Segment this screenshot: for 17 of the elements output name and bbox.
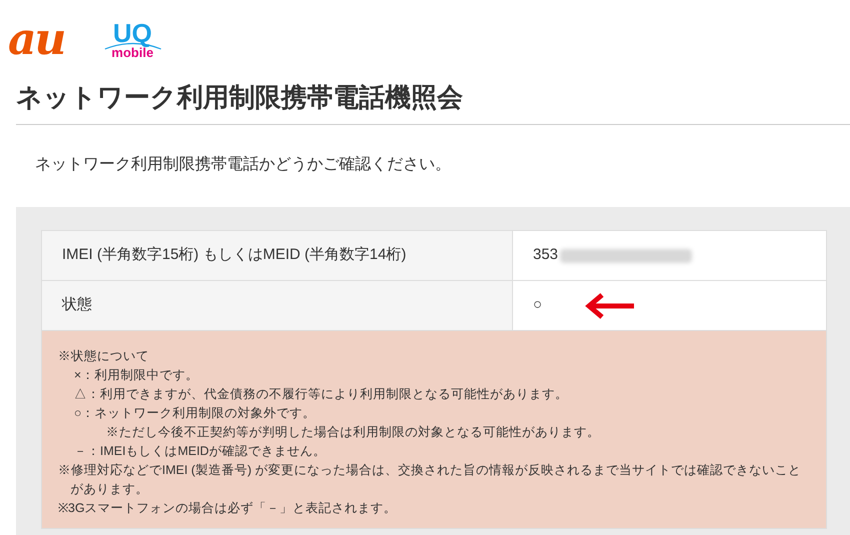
uq-mobile-logo: UQ mobile: [102, 20, 162, 62]
note-text: －：IMEIもしくはMEIDが確認できません。: [74, 443, 327, 460]
arrow-left-icon: [584, 292, 636, 320]
imei-value: 353: [533, 245, 558, 266]
row-label: IMEI (半角数字15桁) もしくはMEID (半角数字14桁): [42, 231, 513, 280]
row-label: 状態: [42, 281, 513, 330]
status-symbol: ○: [533, 295, 542, 316]
note-text: ※修理対応などでIMEI (製造番号) が変更になった場合は、交換された旨の情報が反映されるまで当サイトでは確認できないことがあります。: [58, 462, 802, 498]
note-text: ※ただし今後不正契約等が判明した場合は利用制限の対象となる可能性があります。: [106, 424, 601, 441]
note-text: ※3Gスマートフォンの場合は必ず「－」と表記されます。: [58, 500, 398, 517]
lead-text: ネットワーク利用制限携帯電話かどうかご確認ください。: [34, 154, 452, 175]
au-logo: au: [8, 18, 64, 62]
note-text: ×：利用制限中です。: [74, 367, 200, 384]
note-text: △：利用できますが、代金債務の不履行等により利用制限となる可能性があります。: [74, 386, 569, 403]
page-title: ネットワーク利用制限携帯電話機照会: [15, 81, 464, 114]
note-text: ※状態について: [58, 348, 150, 365]
note-text: ○：ネットワーク利用制限の対象外です。: [74, 405, 317, 422]
